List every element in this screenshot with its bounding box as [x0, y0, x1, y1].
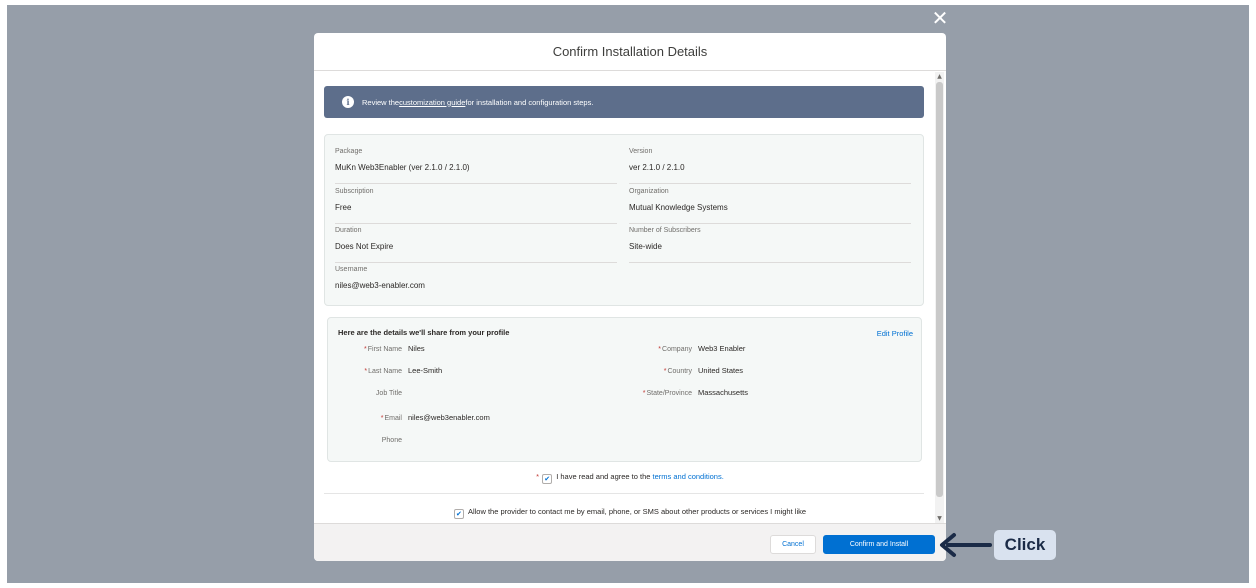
job-title-label: Job Title: [375, 390, 402, 397]
company-value: Web3 Enabler: [698, 344, 746, 353]
info-banner: i Review the customization guide for ins…: [324, 86, 924, 118]
scroll-down-arrow-icon[interactable]: ▼: [935, 514, 944, 523]
profile-section-title: Here are the details we'll share from yo…: [338, 328, 510, 337]
subscribers-field: Number of Subscribers Site-wide: [629, 227, 911, 263]
version-value: ver 2.1.0 / 2.1.0: [629, 163, 685, 172]
package-value: MuKn Web3Enabler (ver 2.1.0 / 2.1.0): [335, 163, 470, 172]
phone-label: Phone: [381, 437, 402, 444]
last-name-field: *Last Name Lee-Smith: [338, 366, 442, 378]
cancel-button[interactable]: Cancel: [770, 535, 816, 554]
email-field: *Email niles@web3enabler.com: [338, 413, 490, 425]
email-value: niles@web3enabler.com: [408, 413, 490, 422]
package-details-card: Package MuKn Web3Enabler (ver 2.1.0 / 2.…: [324, 134, 924, 306]
scroll-thumb[interactable]: [936, 82, 943, 497]
left-arrow-icon: [940, 533, 992, 557]
dialog-body: i Review the customization guide for ins…: [314, 72, 946, 523]
dialog-footer: Cancel Confirm and Install: [314, 523, 946, 561]
organization-label: Organization: [629, 188, 669, 195]
organization-field: Organization Mutual Knowledge Systems: [629, 188, 911, 224]
company-label: Company: [662, 346, 692, 353]
terms-agreement-row: * ✔ I have read and agree to the terms an…: [314, 472, 946, 484]
organization-value: Mutual Knowledge Systems: [629, 203, 728, 212]
close-icon[interactable]: ✕: [930, 8, 950, 28]
profile-details-card: Here are the details we'll share from yo…: [327, 317, 922, 462]
duration-field: Duration Does Not Expire: [335, 227, 617, 263]
contact-checkbox[interactable]: ✔: [453, 509, 464, 519]
package-label: Package: [335, 148, 363, 155]
username-value: niles@web3-enabler.com: [335, 281, 425, 290]
username-field: Username niles@web3-enabler.com: [335, 266, 617, 302]
state-field: *State/Province Massachusetts: [608, 388, 748, 400]
dialog-title: Confirm Installation Details: [314, 33, 946, 71]
subscribers-value: Site-wide: [629, 242, 662, 251]
version-label: Version: [629, 148, 653, 155]
subscribers-label: Number of Subscribers: [629, 227, 701, 234]
contact-permission-row: ✔ Allow the provider to contact me by ema…: [314, 507, 946, 519]
duration-value: Does Not Expire: [335, 242, 394, 251]
state-label: State/Province: [646, 390, 692, 397]
banner-text-after: for installation and configuration steps…: [465, 97, 594, 107]
first-name-label: First Name: [367, 346, 402, 353]
required-marker: *: [536, 472, 540, 481]
dialog-scrollbar[interactable]: ▲ ▼: [935, 72, 944, 523]
country-label: Country: [667, 368, 692, 375]
required-marker: *: [364, 346, 367, 353]
last-name-label: Last Name: [368, 368, 402, 375]
terms-checkbox[interactable]: ✔: [542, 474, 553, 484]
subscription-label: Subscription: [335, 188, 374, 195]
required-marker: *: [364, 368, 368, 375]
country-field: *Country United States: [608, 366, 743, 378]
banner-text-before: Review the: [362, 97, 400, 107]
email-label: Email: [384, 415, 402, 422]
version-field: Version ver 2.1.0 / 2.1.0: [629, 148, 911, 184]
info-icon: i: [342, 96, 354, 108]
package-field: Package MuKn Web3Enabler (ver 2.1.0 / 2.…: [335, 148, 617, 184]
edit-profile-link[interactable]: Edit Profile: [877, 329, 913, 338]
scroll-up-arrow-icon[interactable]: ▲: [935, 72, 944, 81]
job-title-field: Job Title: [338, 388, 408, 400]
state-value: Massachusetts: [698, 388, 749, 397]
section-divider: [324, 493, 924, 494]
first-name-value: Niles: [408, 344, 425, 353]
username-label: Username: [335, 266, 368, 273]
country-value: United States: [698, 366, 744, 375]
subscription-value: Free: [335, 203, 352, 212]
company-field: *Company Web3 Enabler: [608, 344, 745, 356]
terms-link[interactable]: terms and conditions.: [653, 472, 724, 481]
click-callout-label: Click: [994, 530, 1056, 560]
install-dialog: Confirm Installation Details i Review th…: [314, 33, 946, 561]
contact-text: Allow the provider to contact me by emai…: [467, 507, 807, 516]
terms-text: I have read and agree to the: [556, 472, 653, 481]
phone-field: Phone: [338, 435, 408, 447]
customization-guide-link[interactable]: customization guide: [399, 98, 465, 107]
last-name-value: Lee-Smith: [408, 366, 443, 375]
required-marker: *: [658, 346, 662, 353]
subscription-field: Subscription Free: [335, 188, 617, 224]
first-name-field: *First Name Niles: [338, 344, 425, 356]
confirm-and-install-button[interactable]: Confirm and Install: [823, 535, 935, 554]
duration-label: Duration: [335, 227, 362, 234]
